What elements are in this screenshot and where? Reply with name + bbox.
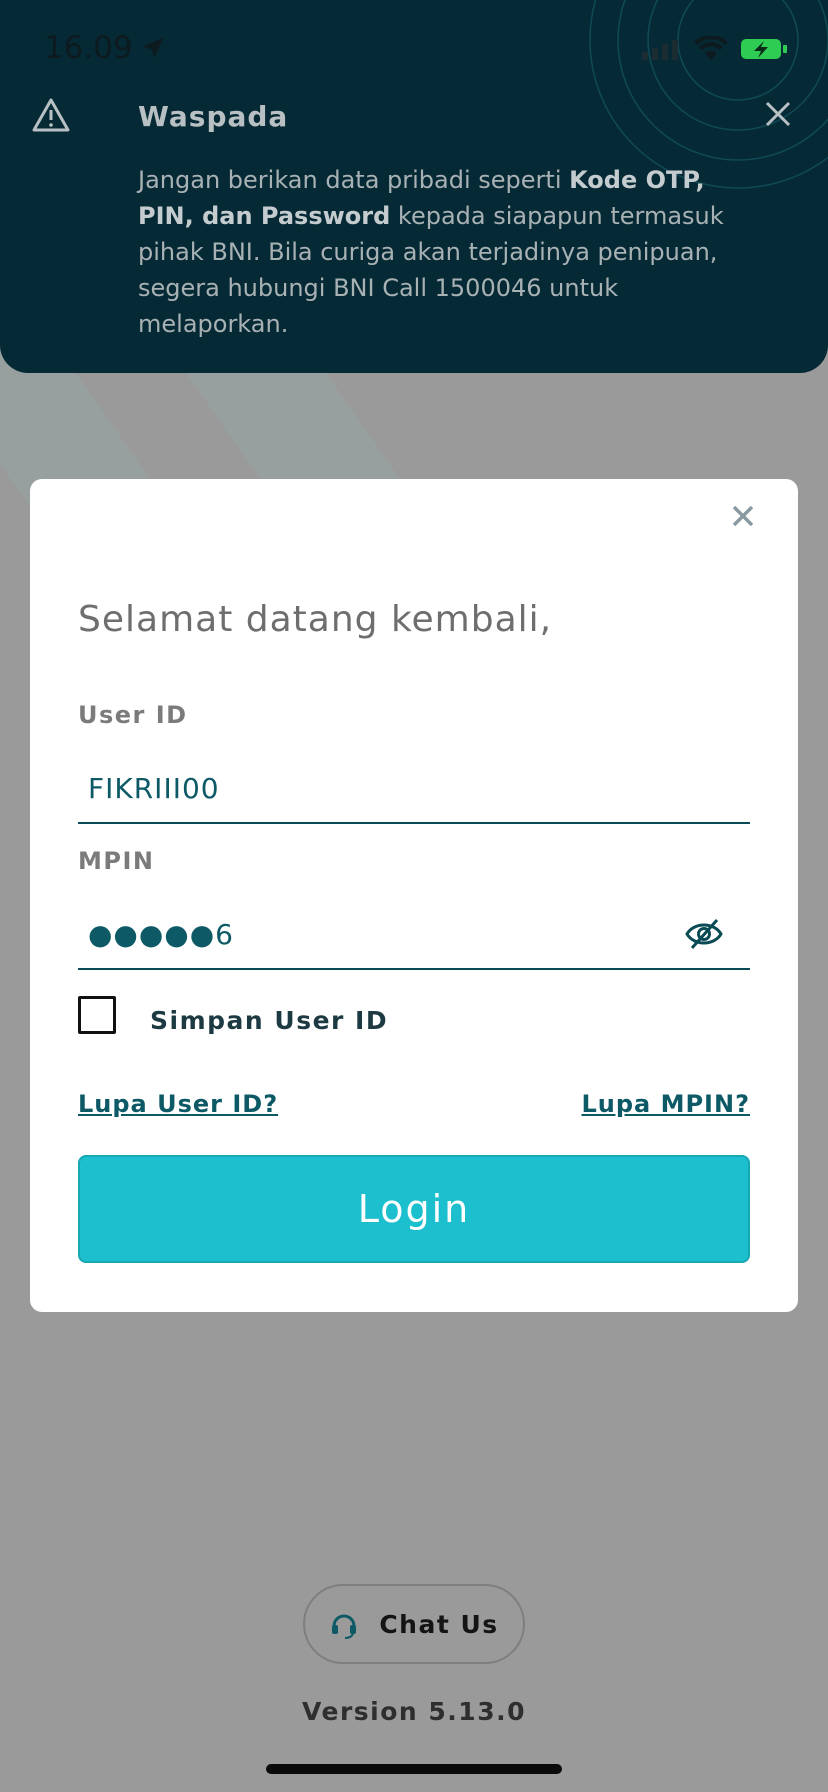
home-indicator[interactable] bbox=[266, 1764, 562, 1774]
chat-us-button[interactable]: Chat Us bbox=[303, 1584, 525, 1664]
status-time-text: 16.09 bbox=[44, 30, 133, 66]
battery-charging-icon bbox=[741, 39, 787, 59]
forgot-user-id-link[interactable]: Lupa User ID? bbox=[78, 1090, 278, 1118]
user-id-field[interactable]: FIKRIII00 bbox=[78, 754, 750, 824]
banner-title: Waspada bbox=[138, 100, 289, 133]
warning-banner: 16.09 Waspada Jangan berikan data pribad… bbox=[0, 0, 828, 373]
location-arrow-icon bbox=[142, 37, 164, 59]
user-id-value: FIKRIII00 bbox=[88, 771, 220, 805]
eye-off-icon[interactable] bbox=[684, 916, 724, 952]
remember-user-id-label: Simpan User ID bbox=[150, 1006, 389, 1035]
card-close-icon[interactable] bbox=[732, 505, 754, 527]
banner-close-icon[interactable] bbox=[764, 100, 792, 128]
greeting-title: Selamat datang kembali, bbox=[78, 599, 553, 640]
signal-icon bbox=[642, 40, 678, 60]
warning-icon bbox=[32, 98, 70, 132]
login-button[interactable]: Login bbox=[78, 1155, 750, 1263]
remember-user-id-checkbox[interactable] bbox=[78, 996, 116, 1034]
status-time: 16.09 bbox=[44, 30, 167, 66]
login-card: Selamat datang kembali, User ID FIKRIII0… bbox=[30, 479, 798, 1312]
banner-text-1: Jangan berikan data pribadi seperti bbox=[138, 166, 570, 194]
mpin-label: MPIN bbox=[78, 847, 155, 875]
forgot-mpin-link[interactable]: Lupa MPIN? bbox=[581, 1090, 750, 1118]
chat-us-label: Chat Us bbox=[379, 1609, 499, 1639]
wifi-icon bbox=[694, 36, 728, 60]
mpin-value: ●●●●●6 bbox=[88, 917, 234, 951]
app-version: Version 5.13.0 bbox=[302, 1697, 526, 1726]
mpin-field[interactable]: ●●●●●6 bbox=[78, 900, 750, 970]
banner-message: Jangan berikan data pribadi seperti Kode… bbox=[138, 162, 758, 342]
headset-icon bbox=[332, 1614, 357, 1639]
user-id-label: User ID bbox=[78, 701, 188, 729]
status-indicators bbox=[642, 36, 788, 62]
